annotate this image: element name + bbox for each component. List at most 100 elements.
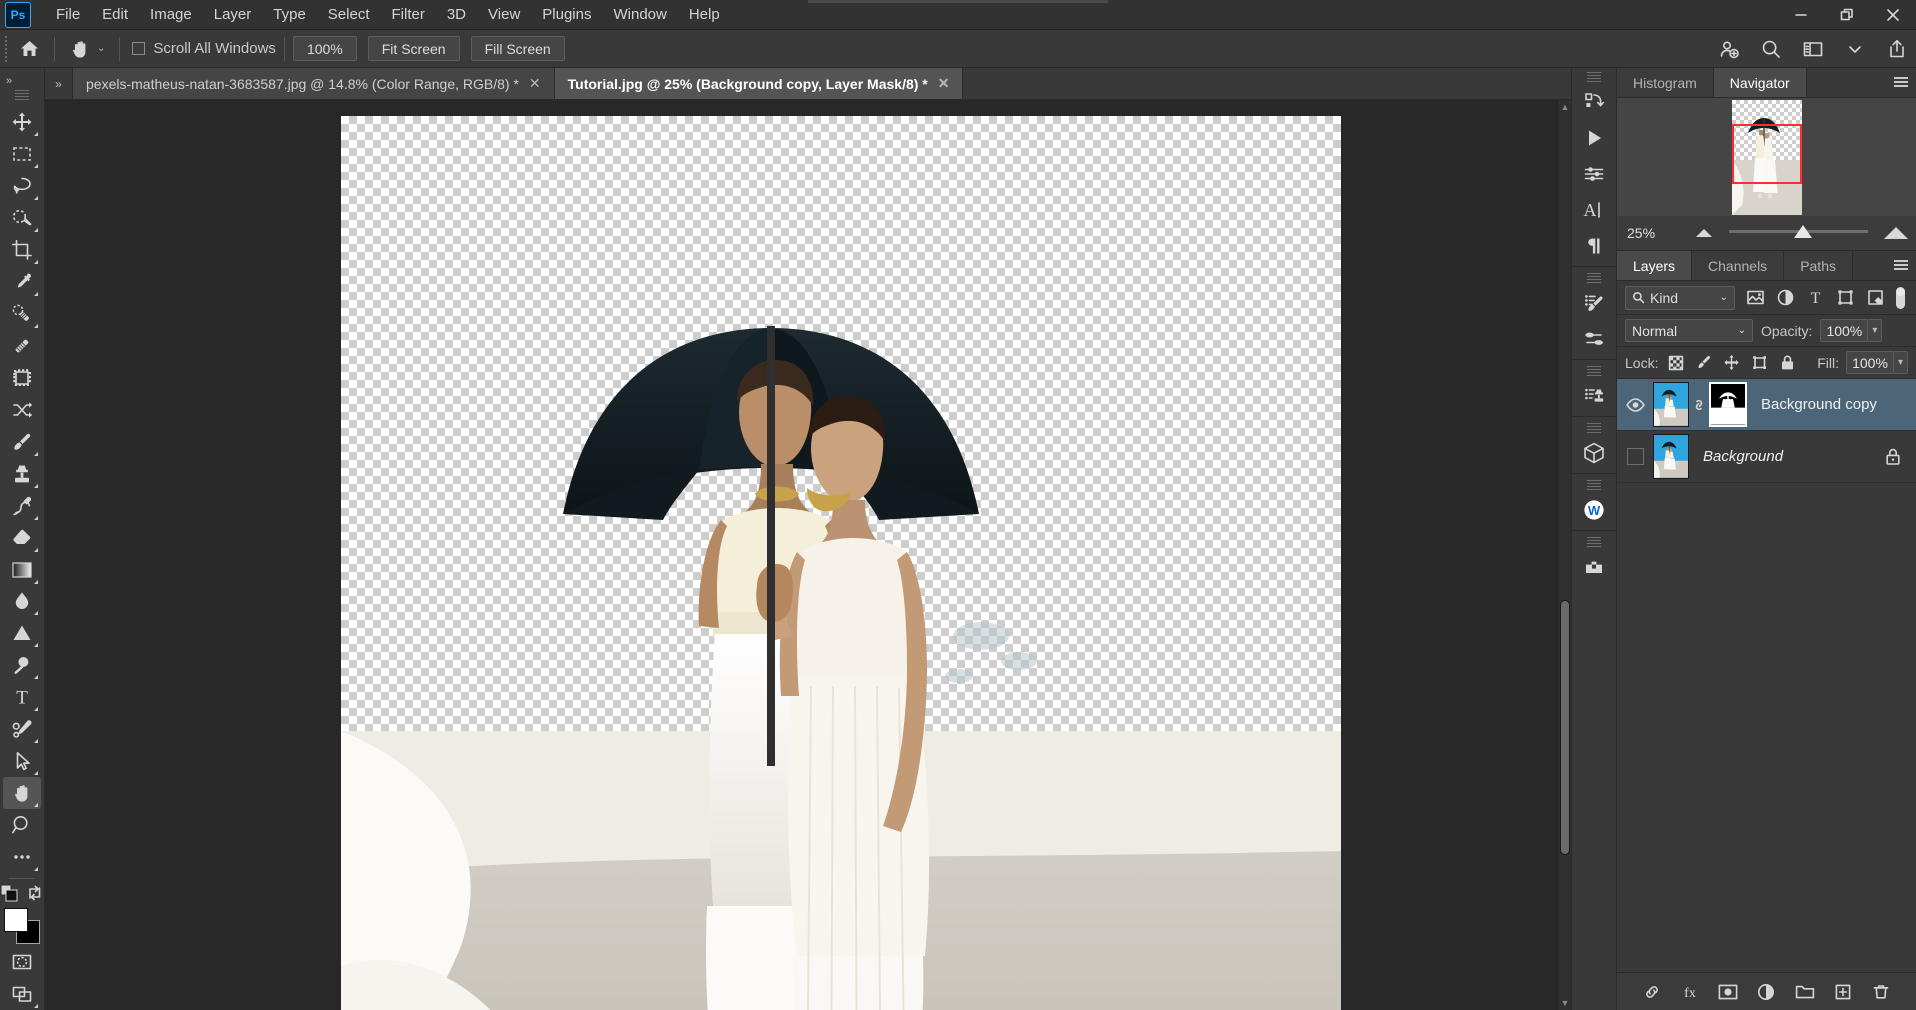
new-adjustment-layer-icon[interactable] [1755, 981, 1777, 1003]
layer-thumbnail[interactable] [1653, 382, 1689, 427]
clone-source-icon[interactable] [1575, 378, 1613, 414]
options-bar-grip[interactable] [0, 30, 12, 67]
filter-pixel-icon[interactable] [1743, 286, 1768, 310]
brush-settings-icon[interactable] [1575, 285, 1613, 321]
search-icon[interactable] [1758, 36, 1784, 62]
blur-tool[interactable] [3, 586, 41, 618]
menu-item-layer[interactable]: Layer [203, 2, 263, 27]
eye-off-icon[interactable] [1627, 448, 1644, 465]
navigator-zoom-value[interactable]: 25% [1617, 225, 1687, 241]
gradient-tool[interactable] [3, 554, 41, 586]
rail-grip-2[interactable] [1587, 273, 1601, 283]
eraser-tool[interactable] [3, 522, 41, 554]
menu-item-window[interactable]: Window [602, 2, 677, 27]
move-tool[interactable] [3, 106, 41, 138]
menu-item-edit[interactable]: Edit [91, 2, 139, 27]
close-button[interactable] [1870, 0, 1916, 30]
scrollbar-thumb[interactable] [1560, 600, 1570, 855]
layer-thumbnail[interactable] [1653, 434, 1689, 479]
layer-name[interactable]: Background copy [1761, 396, 1877, 413]
opacity-stepper-chevron-down-icon[interactable]: ▾ [1868, 319, 1882, 342]
clone-stamp-tool[interactable] [3, 458, 41, 490]
zoom-out-mountain-icon[interactable] [1687, 229, 1721, 237]
patch-tool[interactable] [3, 330, 41, 362]
rail-grip-4[interactable] [1587, 423, 1601, 433]
layer-row-background-copy[interactable]: Background copy [1617, 379, 1916, 431]
scroll-down-arrow-icon[interactable]: ▼ [1558, 996, 1571, 1010]
chevron-down-icon[interactable]: ⌄ [1738, 325, 1746, 336]
menu-item-view[interactable]: View [477, 2, 531, 27]
brushes-icon[interactable] [1575, 321, 1613, 357]
chevron-down-icon[interactable]: ⌄ [1720, 292, 1728, 303]
filter-adjustment-icon[interactable] [1773, 286, 1798, 310]
canvas-scroll-region[interactable] [45, 100, 1557, 1010]
delete-layer-icon[interactable] [1870, 981, 1892, 1003]
filter-toggle-icon[interactable] [1893, 285, 1908, 311]
tool-preset-chevron-down-icon[interactable]: ⌄ [97, 43, 105, 54]
paragraph-icon[interactable] [1575, 228, 1613, 264]
lasso-tool[interactable] [3, 170, 41, 202]
lock-image-pixels-icon[interactable] [1693, 352, 1714, 374]
document-tab-tutorial[interactable]: Tutorial.jpg @ 25% (Background copy, Lay… [555, 68, 964, 99]
new-layer-icon[interactable] [1832, 981, 1854, 1003]
spot-healing-brush-tool[interactable] [3, 298, 41, 330]
rail-grip-3[interactable] [1587, 366, 1601, 376]
tabstrip-collapse-button[interactable]: » [45, 68, 73, 99]
link-layers-icon[interactable] [1641, 981, 1663, 1003]
lock-artboard-icon[interactable] [1749, 352, 1770, 374]
path-selection-tool[interactable] [3, 745, 41, 777]
restore-button[interactable] [1824, 0, 1870, 30]
panel-menu-icon[interactable] [1894, 260, 1908, 272]
home-button[interactable] [12, 34, 46, 64]
tab-paths[interactable]: Paths [1784, 251, 1853, 280]
rectangular-marquee-tool[interactable] [3, 138, 41, 170]
fill-value-field[interactable]: 100% [1846, 351, 1894, 374]
share-user-icon[interactable] [1716, 36, 1742, 62]
foreground-color-swatch[interactable] [4, 908, 28, 932]
adjustments-icon[interactable] [1575, 156, 1613, 192]
pen-tool[interactable] [3, 713, 41, 745]
filter-smartobject-icon[interactable] [1863, 286, 1888, 310]
edit-toolbar-button[interactable] [3, 841, 41, 873]
swap-colors-icon[interactable] [26, 884, 44, 902]
document-tab-pexels[interactable]: pexels-matheus-natan-3683587.jpg @ 14.8%… [73, 68, 555, 99]
scroll-all-windows-row[interactable]: Scroll All Windows [128, 40, 276, 57]
layer-name[interactable]: Background [1703, 448, 1783, 465]
menu-item-help[interactable]: Help [678, 2, 731, 27]
wacom-w-icon[interactable]: W [1575, 492, 1613, 528]
layer-row-background[interactable]: Background [1617, 431, 1916, 483]
actions-icon[interactable] [1575, 84, 1613, 120]
zoom-100-button[interactable]: 100% [293, 36, 357, 61]
close-icon[interactable]: ✕ [938, 75, 950, 92]
crop-tool[interactable] [3, 234, 41, 266]
lock-all-icon[interactable] [1777, 352, 1798, 374]
chevron-down-icon[interactable] [1842, 36, 1868, 62]
toolbar-grip[interactable] [15, 90, 29, 102]
tab-navigator[interactable]: Navigator [1714, 68, 1807, 97]
menu-item-type[interactable]: Type [262, 2, 317, 27]
color-swatches[interactable] [2, 908, 42, 946]
layer-visibility-toggle[interactable] [1617, 398, 1653, 412]
filter-type-icon[interactable]: T [1803, 286, 1828, 310]
navigator-view-rect[interactable] [1732, 124, 1802, 184]
burn-tool[interactable] [3, 649, 41, 681]
new-group-icon[interactable] [1794, 981, 1816, 1003]
minimize-button[interactable] [1778, 0, 1824, 30]
lock-position-icon[interactable] [1721, 352, 1742, 374]
scroll-all-windows-checkbox[interactable] [132, 42, 145, 55]
lock-transparent-pixels-icon[interactable] [1665, 352, 1686, 374]
layer-link-icon[interactable] [1689, 395, 1709, 415]
menu-item-3d[interactable]: 3D [436, 2, 477, 27]
fit-screen-button[interactable]: Fit Screen [368, 36, 460, 61]
layer-visibility-toggle[interactable] [1617, 448, 1653, 465]
shuffle-tool[interactable] [3, 394, 41, 426]
zoom-in-mountain-icon[interactable] [1876, 227, 1916, 239]
fill-screen-button[interactable]: Fill Screen [471, 36, 565, 61]
close-icon[interactable]: ✕ [529, 75, 541, 92]
hand-tool[interactable] [3, 777, 41, 809]
rail-grip-1[interactable] [1587, 72, 1601, 82]
libraries-icon[interactable] [1575, 549, 1613, 585]
menu-item-plugins[interactable]: Plugins [531, 2, 602, 27]
filter-shape-icon[interactable] [1833, 286, 1858, 310]
layer-filter-kind-select[interactable]: Kind ⌄ [1625, 286, 1735, 310]
